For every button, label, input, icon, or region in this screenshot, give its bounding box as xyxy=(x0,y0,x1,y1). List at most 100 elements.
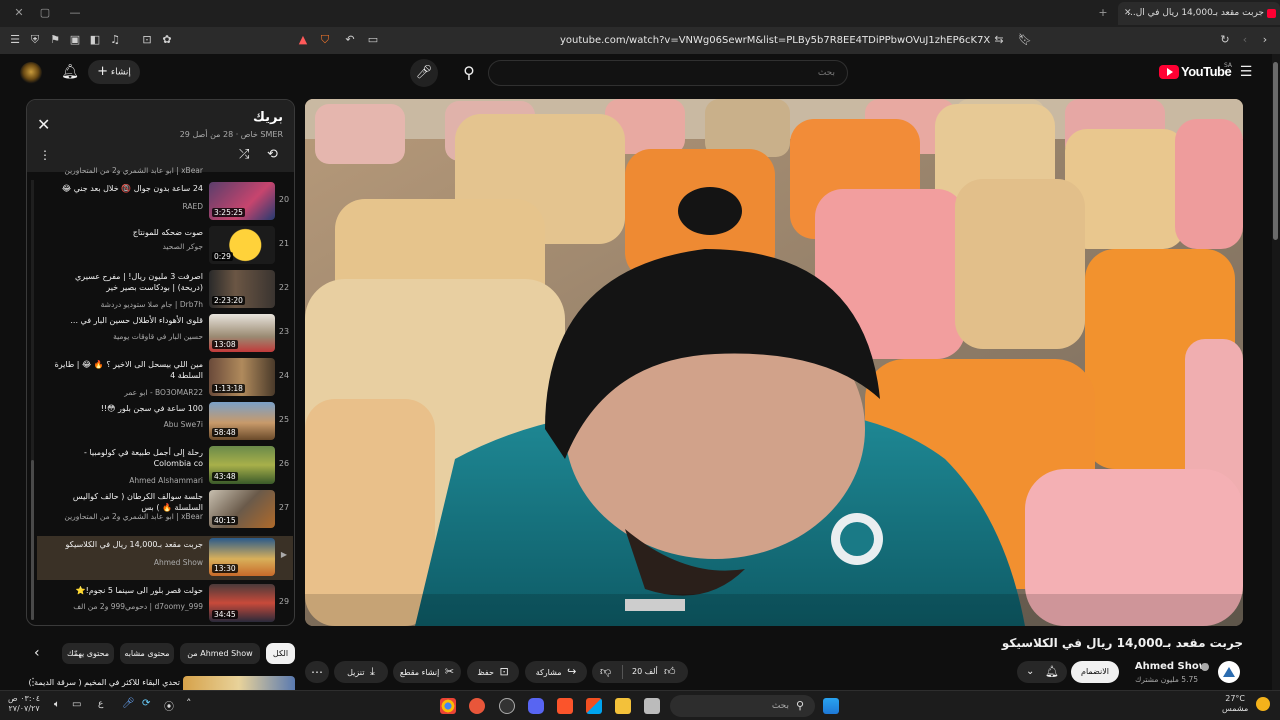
close-playlist-icon[interactable]: ✕ xyxy=(37,115,50,134)
playlist-item[interactable]: xBear | ابو عابد الشمري و2 من المتحاورين xyxy=(37,164,293,178)
taskbar-search-icon: ⚲ xyxy=(796,699,805,712)
bookmark-icon[interactable]: 🔖︎ xyxy=(1018,33,1032,47)
translate-icon[interactable]: ⇆ xyxy=(992,33,1006,47)
like-count[interactable]: 20 ألف xyxy=(632,661,658,683)
voice-search-icon[interactable]: 🎤︎ xyxy=(410,59,438,87)
new-tab-icon[interactable]: + xyxy=(1096,6,1110,20)
like-icon[interactable]: 👍︎ xyxy=(664,661,676,683)
playlist-item[interactable]: 21 0:29 صوت ضحكه للمونتاج جوكر الصحيد xyxy=(37,224,293,268)
rewards-icon[interactable]: ⚑ xyxy=(48,33,62,47)
chip-all[interactable]: الكل xyxy=(266,643,295,664)
clock-app-icon[interactable] xyxy=(499,698,515,714)
playlist-item-duration: 13:30 xyxy=(212,564,238,573)
seat xyxy=(315,104,405,164)
playlist-item-channel: Ahmed Alshammari xyxy=(129,476,203,485)
address-bar[interactable]: youtube.com/watch?v=VNWg06SewrM&list=PLB… xyxy=(560,33,990,49)
tab-close-icon[interactable]: ✕ xyxy=(1124,2,1132,25)
loop-icon[interactable]: ⟲ xyxy=(267,147,278,162)
playlist-item-channel: d7oomy_999 | دحومي999 و2 من الف xyxy=(73,602,203,611)
taskbar-search[interactable]: بحث xyxy=(670,695,815,717)
clip-button[interactable]: إنشاء مقطع ✂ xyxy=(393,661,461,683)
maximize-window-icon[interactable]: ▢ xyxy=(38,6,52,20)
volume-icon[interactable]: 🔈︎ xyxy=(54,699,60,710)
sidebar-toggle-icon[interactable]: ◧ xyxy=(88,33,102,47)
recommended-item-title[interactable]: تحدي البقاء للاكثر في المخيم ( سرقة الدي… xyxy=(28,678,180,687)
store-icon[interactable] xyxy=(586,698,602,714)
playlist-item[interactable]: 24 1:13:18 مين اللي بيسحل الى الاخير ؟ 🔥… xyxy=(37,356,293,400)
wallet-icon[interactable]: ▣ xyxy=(68,33,82,47)
account-avatar[interactable] xyxy=(20,62,42,84)
download-button[interactable]: تنزيل ⤓ xyxy=(334,661,388,683)
chip-from-channel[interactable]: من Ahmed Show xyxy=(180,643,260,664)
back-icon[interactable]: › xyxy=(1258,33,1272,47)
recommended-item-thumbnail[interactable] xyxy=(183,676,295,690)
playlist-item[interactable]: 22 2:23:20 اصرفت 3 مليون ريال! | مفرح عس… xyxy=(37,268,293,312)
clock[interactable]: ٠٣:٠٤ ص ٢٧/٠٧/٢٧ xyxy=(8,694,40,714)
create-button[interactable]: + إنشاء xyxy=(88,60,140,84)
app-icon[interactable] xyxy=(469,698,485,714)
playlist-item[interactable]: 23 13:08 قلوى الأهوداء الأطلال حسين البا… xyxy=(37,312,293,356)
reload-icon[interactable]: ↻ xyxy=(1218,33,1232,47)
music-icon[interactable]: ♫ xyxy=(108,33,122,47)
playlist-item-thumbnail: 40:15 xyxy=(209,490,275,528)
chrome-icon[interactable] xyxy=(440,698,456,714)
browser-toolbar: ☰ ⛨ ⚑ ▣ ◧ ♫ ⊡ ✿ ▲ ⛉ ↶ ▭ youtube.com/watc… xyxy=(0,27,1280,54)
chip-related[interactable]: محتوى مشابه xyxy=(120,643,174,664)
minimize-window-icon[interactable]: — xyxy=(68,6,82,20)
playlist-item[interactable]: 29 34:45 حولت قصر بلور الى سينما 5 نجوم!… xyxy=(37,582,293,625)
display-icon[interactable]: ▭ xyxy=(72,699,81,710)
search-icon[interactable]: ⚲ xyxy=(450,60,488,86)
more-actions-icon[interactable]: ⋯ xyxy=(305,661,329,683)
save-icon: ⊡ xyxy=(499,665,509,678)
playlist-item[interactable]: 20 3:25:25 24 ساعة بدون جوال 📵 خلال بعد … xyxy=(37,180,293,224)
shuffle-icon[interactable]: ⤮ xyxy=(239,147,249,162)
video-player[interactable] xyxy=(305,99,1243,626)
playlist-item[interactable]: 26 43:48 رحلة إلى أجمل طبيعة في كولومبيا… xyxy=(37,444,293,488)
close-window-icon[interactable]: ✕ xyxy=(12,6,26,20)
playlist-item-current[interactable]: ▶ 13:30 جربت مقعد بـ14,000 ريال في الكلا… xyxy=(37,536,293,580)
brave-shields-icon[interactable]: ⛉ xyxy=(318,33,332,47)
share-label: مشاركة xyxy=(535,668,562,677)
playlist-item[interactable]: 25 58:48 100 ساعة في سجن بلور 😳!! Abu Sw… xyxy=(37,400,293,444)
sidebar-menu-icon[interactable]: ☰ xyxy=(8,33,22,47)
cast-icon[interactable]: ▭ xyxy=(366,33,380,47)
weather-widget[interactable]: 27°C مشمس xyxy=(1222,694,1248,714)
dislike-icon[interactable]: 👎︎ xyxy=(600,661,611,683)
search-input[interactable]: بحث xyxy=(488,60,848,86)
playlist-item-number: 26 xyxy=(278,459,290,468)
forward-icon[interactable]: ‹ xyxy=(1238,33,1252,47)
guide-menu-icon[interactable]: ☰ xyxy=(1238,64,1254,80)
task-view-icon[interactable] xyxy=(644,698,660,714)
show-hidden-icons[interactable]: ˄ xyxy=(186,697,192,710)
mic-icon[interactable]: 🎤︎ xyxy=(122,698,135,709)
hair-bun xyxy=(678,187,742,235)
record-icon[interactable]: ⦿ xyxy=(164,698,174,713)
notifications-bell-icon[interactable]: 🔔︎ xyxy=(60,62,80,82)
history-icon[interactable]: ↶ xyxy=(343,33,357,47)
subscribed-bell-button[interactable]: ⌄ 🔔︎ xyxy=(1017,661,1067,683)
language-indicator[interactable]: ع xyxy=(98,699,103,709)
page-scrollbar-thumb[interactable] xyxy=(1273,62,1278,240)
chip-for-you[interactable]: محتوى يهمّك xyxy=(62,643,114,664)
share-button[interactable]: مشاركة ↪ xyxy=(525,661,587,683)
shield-icon[interactable]: ⛨ xyxy=(28,33,42,47)
playlist-item-title: رحلة إلى أجمل طبيعة في كولومبيا - Colomb… xyxy=(84,448,203,468)
save-button[interactable]: حفظ ⊡ xyxy=(467,661,519,683)
playlist-item[interactable]: 27 40:15 جلسة سوالف الكرطان ( حالف كوالي… xyxy=(37,488,293,532)
file-explorer-icon[interactable] xyxy=(615,698,631,714)
channel-avatar[interactable] xyxy=(1218,661,1240,683)
chips-prev-icon[interactable]: ‹ xyxy=(34,645,40,661)
brave-browser-icon[interactable] xyxy=(557,698,573,714)
discord-icon[interactable] xyxy=(528,698,544,714)
join-button[interactable]: الانضمام xyxy=(1071,661,1119,683)
playlist-title[interactable]: بريك xyxy=(253,110,283,125)
brave-rewards-icon[interactable]: ▲ xyxy=(296,33,310,47)
browser-tab[interactable]: جربت مقعد بـ14,000 ريال في ال... ✕ xyxy=(1118,2,1280,25)
playlist-scrollbar-thumb[interactable] xyxy=(31,460,34,620)
extensions-icon[interactable]: ✿ xyxy=(160,33,174,47)
more-options-icon[interactable]: ⋮ xyxy=(39,148,51,162)
screenshot-icon[interactable]: ⊡ xyxy=(140,33,154,47)
channel-name[interactable]: Ahmed Show xyxy=(1135,661,1208,672)
windows-start-icon[interactable] xyxy=(823,698,839,714)
sync-icon[interactable]: ⟳ xyxy=(142,698,150,709)
